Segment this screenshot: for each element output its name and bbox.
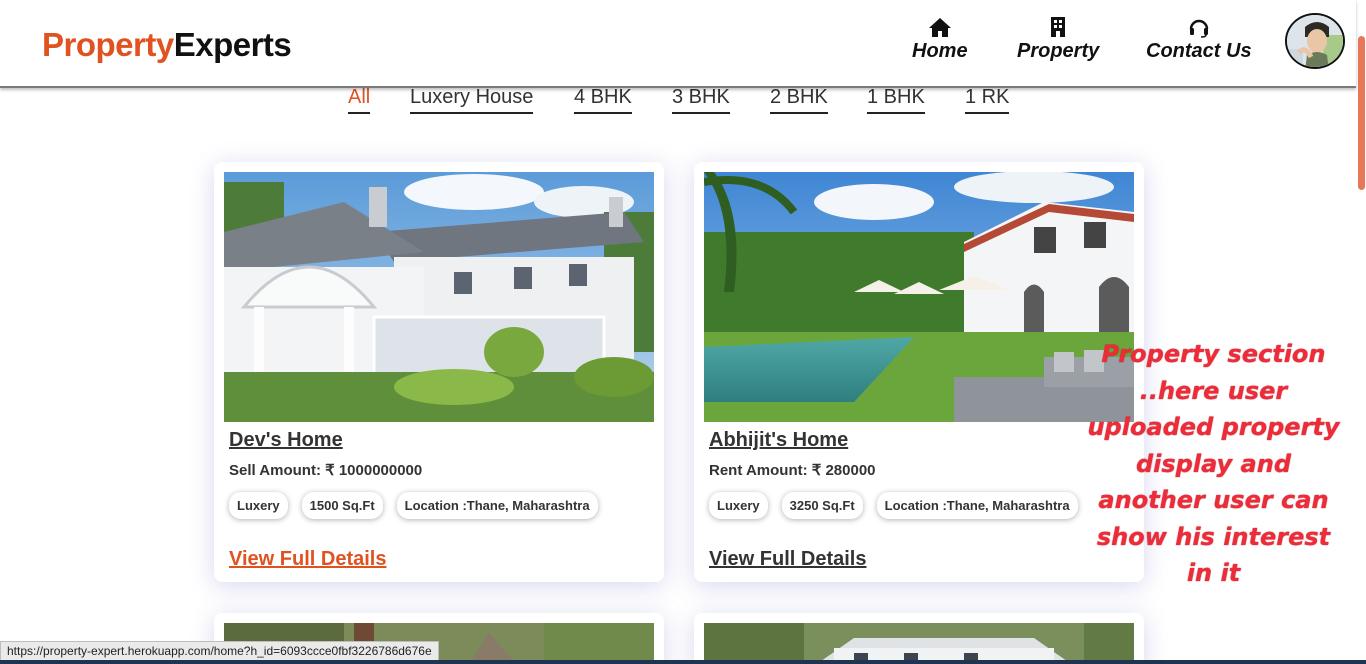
property-amount: Rent Amount: ₹ 280000 [709, 462, 876, 479]
nav-property[interactable]: Property [1017, 16, 1099, 63]
property-card [694, 613, 1144, 664]
view-full-details-link[interactable]: View Full Details [709, 548, 866, 571]
filter-bar: All Luxery House 4 BHK 3 BHK 2 BHK 1 BHK… [0, 86, 1356, 120]
property-title[interactable]: Abhijit's Home [709, 429, 848, 452]
filter-1rk[interactable]: 1 RK [965, 86, 1010, 114]
scrollbar-thumb[interactable] [1358, 36, 1365, 190]
property-card: Abhijit's Home Rent Amount: ₹ 280000 Lux… [694, 162, 1144, 582]
filter-4bhk[interactable]: 4 BHK [574, 86, 632, 114]
property-photo[interactable] [704, 172, 1134, 422]
navbar: PropertyExperts Home Property Contact Us [0, 0, 1356, 88]
nav-home-label: Home [912, 40, 968, 62]
property-title[interactable]: Dev's Home [229, 429, 343, 452]
annotation-text: Property section ..here user uploaded pr… [1087, 340, 1340, 587]
property-tags: Luxery 1500 Sq.Ft Location :Thane, Mahar… [229, 492, 598, 519]
filter-2bhk[interactable]: 2 BHK [770, 86, 828, 114]
view-full-details-link[interactable]: View Full Details [229, 548, 386, 571]
building-icon [1051, 17, 1066, 37]
brand-logo[interactable]: PropertyExperts [42, 26, 292, 64]
filter-luxery-house[interactable]: Luxery House [410, 86, 534, 114]
nav-property-label: Property [1017, 40, 1100, 62]
property-amount: Sell Amount: ₹ 1000000000 [229, 462, 423, 479]
home-icon [928, 18, 951, 37]
property-tags: Luxery 3250 Sq.Ft Location :Thane, Mahar… [709, 492, 1078, 519]
headset-icon [1189, 19, 1209, 38]
nav-contact[interactable]: Contact Us [1146, 16, 1252, 63]
taskbar-edge [0, 660, 1366, 664]
nav-home[interactable]: Home [912, 16, 968, 63]
avatar[interactable] [1285, 13, 1345, 69]
status-bar-url: https://property-expert.herokuapp.com/ho… [0, 641, 439, 661]
avatar-image [1287, 15, 1343, 67]
filter-1bhk[interactable]: 1 BHK [867, 86, 925, 114]
tag-location: Location :Thane, Maharashtra [396, 492, 598, 519]
brand-part-2: Experts [173, 26, 292, 63]
property-photo[interactable] [224, 172, 654, 422]
tag-type: Luxery [229, 492, 288, 519]
property-card: Dev's Home Sell Amount: ₹ 1000000000 Lux… [214, 162, 664, 582]
tag-type: Luxery [709, 492, 768, 519]
property-photo[interactable] [704, 623, 1134, 664]
tag-area: 1500 Sq.Ft [301, 492, 383, 519]
nav-contact-label: Contact Us [1146, 40, 1252, 62]
tag-location: Location :Thane, Maharashtra [876, 492, 1078, 519]
tag-area: 3250 Sq.Ft [781, 492, 863, 519]
brand-part-1: Property [42, 26, 174, 63]
filter-all[interactable]: All [348, 86, 371, 114]
filter-3bhk[interactable]: 3 BHK [672, 86, 730, 114]
